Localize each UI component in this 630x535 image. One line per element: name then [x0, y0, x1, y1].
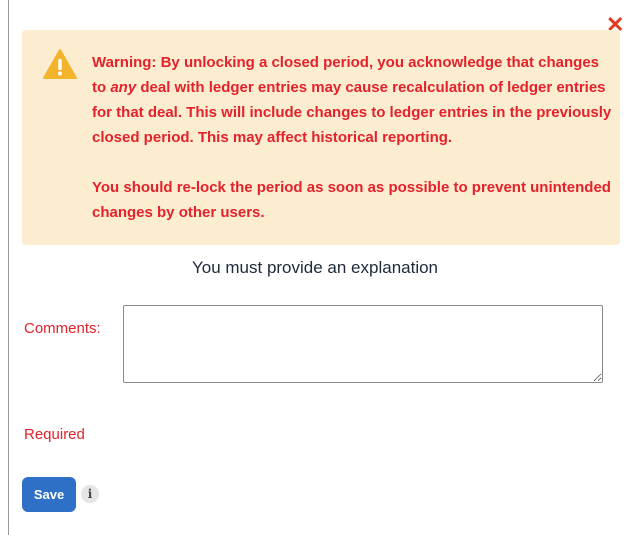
required-validation-message: Required	[24, 426, 85, 443]
unlock-period-dialog: ✕ Warning: By unlocking a closed period,…	[0, 0, 630, 535]
warning-triangle-icon	[43, 49, 77, 79]
warning-alert: Warning: By unlocking a closed period, y…	[22, 30, 620, 245]
comments-textarea[interactable]	[123, 305, 603, 383]
warning-message: Warning: By unlocking a closed period, y…	[92, 50, 612, 225]
info-icon[interactable]: i	[81, 485, 99, 503]
explanation-heading: You must provide an explanation	[191, 258, 439, 277]
save-button[interactable]: Save	[22, 477, 76, 512]
warning-paragraph-1: Warning: By unlocking a closed period, y…	[92, 54, 612, 146]
warning-paragraph-2: You should re-lock the period as soon as…	[92, 179, 611, 221]
comments-label: Comments:	[24, 320, 101, 337]
